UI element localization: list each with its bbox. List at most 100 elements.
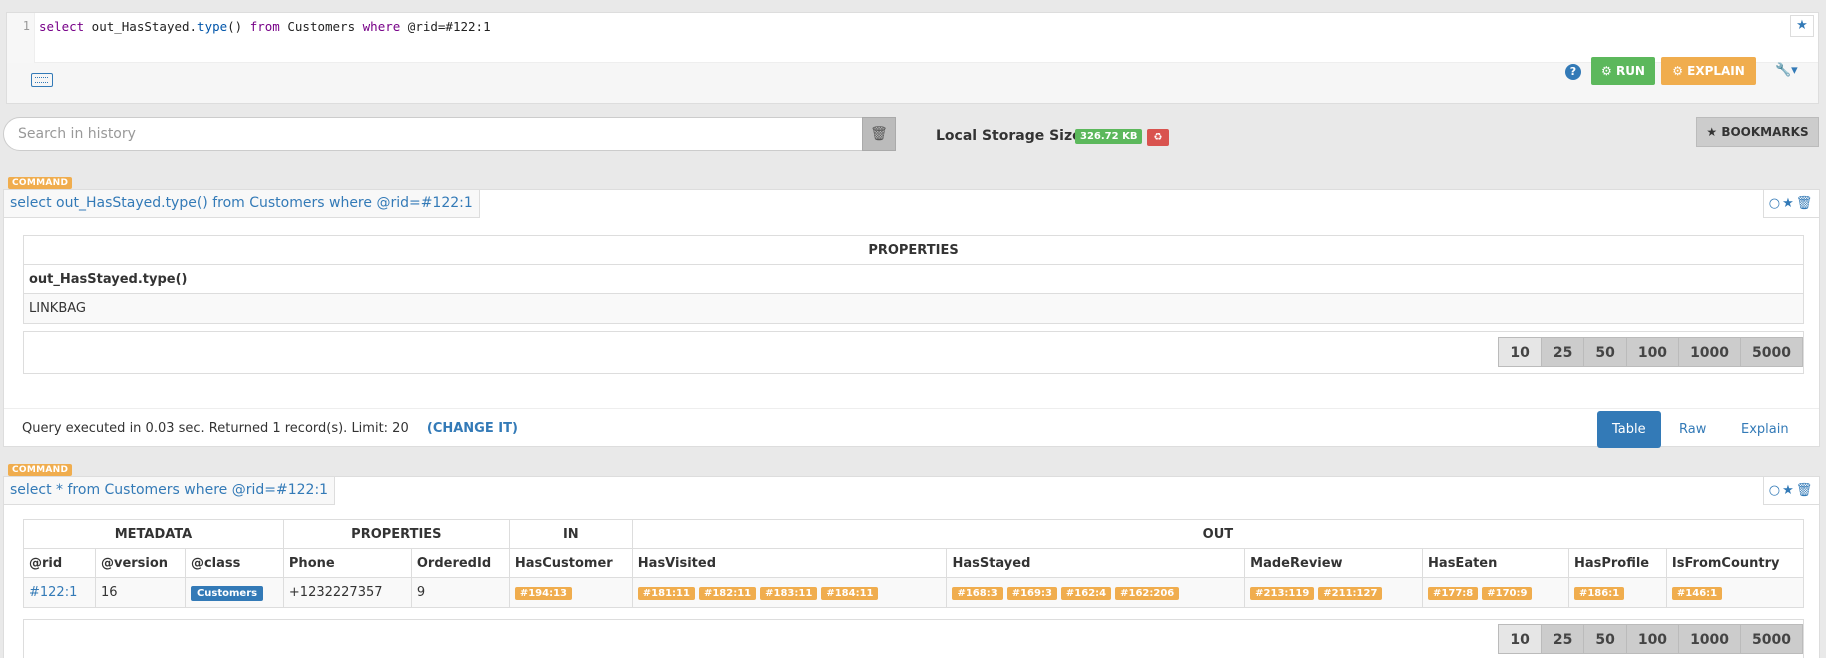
rid-link-badge[interactable]: #177:8 [1428,587,1479,600]
column-header[interactable]: @version [94,548,186,578]
column-group-properties: PROPERTIES [282,519,510,549]
change-limit-link[interactable]: (CHANGE IT) [427,421,518,436]
tab-explain[interactable]: Explain [1726,411,1804,448]
run-button[interactable]: ⚙ RUN [1591,57,1655,85]
column-header[interactable]: OrderedId [410,548,510,578]
explain-button[interactable]: ⚙ EXPLAIN [1661,57,1756,85]
rid-link-badge[interactable]: #194:13 [514,587,572,600]
column-group-header: PROPERTIES [23,235,1804,265]
command-query-link[interactable]: select * from Customers where @rid=#122:… [4,477,336,505]
rid-link-badge[interactable]: #182:11 [698,587,757,600]
column-group-in: IN [508,519,633,549]
cell-ordered-id: 9 [410,577,510,608]
rid-link-badge[interactable]: #183:11 [760,587,818,600]
rid-link-badge[interactable]: #168:3 [952,587,1003,600]
page-size-option[interactable]: 25 [1540,337,1585,367]
record-rid-link[interactable]: #122:1 [29,585,77,600]
storage-label: Local Storage Size [936,128,1082,144]
rid-link-badge[interactable]: #184:11 [821,587,879,600]
page-size-option[interactable]: 10 [1498,624,1542,654]
command-panel: select * from Customers where @rid=#122:… [3,476,1820,658]
column-header[interactable]: @class [184,548,284,578]
query-token: where [362,19,401,34]
cell-has-visited: #181:11 #182:11 #183:11 #184:11 [631,577,948,608]
tab-table[interactable]: Table [1597,411,1661,448]
rid-link-badge[interactable]: #162:206 [1115,587,1180,600]
bookmark-star-icon[interactable]: ★ [1790,15,1814,37]
command-badge: COMMAND [8,464,73,476]
table-row: LINKBAG [23,293,1804,324]
clear-history-button[interactable]: 🗑 [862,117,896,151]
column-header[interactable]: IsFromCountry [1665,548,1805,578]
query-token: select [39,19,85,34]
rid-link-badge[interactable]: #211:127 [1318,587,1383,600]
page-size-option[interactable]: 1000 [1678,624,1742,654]
cell-made-review: #213:119 #211:127 [1244,577,1424,608]
cell-phone: +1232227357 [282,577,412,608]
column-header[interactable]: HasProfile [1567,548,1667,578]
cell-has-stayed: #168:3 #169:3 #162:4 #162:206 [946,577,1246,608]
page-size-option[interactable]: 25 [1540,624,1585,654]
query-token: @rid=#122:1 [400,19,491,34]
query-token: from [249,19,280,34]
tab-raw[interactable]: Raw [1664,411,1721,448]
page-size-option[interactable]: 100 [1625,624,1680,654]
wrench-icon[interactable]: 🔧▾ [1775,63,1798,78]
cell-has-customer: #194:13 [508,577,633,608]
column-header[interactable]: HasCustomer [508,548,633,578]
column-header[interactable]: HasEaten [1422,548,1569,578]
page-size-option[interactable]: 5000 [1740,337,1803,367]
results-table: METADATA PROPERTIES IN OUT @rid @version… [23,519,1805,608]
page-size-option[interactable]: 5000 [1740,624,1803,654]
query-stats: Query executed in 0.03 sec. Returned 1 r… [22,421,409,436]
rid-link-badge[interactable]: #146:1 [1671,587,1723,600]
query-text[interactable]: select out_HasStayed.type() from Custome… [39,19,491,34]
panel-actions-icons[interactable]: ○★🗑 [1763,477,1819,505]
page-size-option[interactable]: 50 [1583,624,1627,654]
rid-link-badge[interactable]: #170:9 [1482,587,1533,600]
command-panel: select out_HasStayed.type() from Custome… [3,189,1820,448]
keyboard-icon[interactable] [31,73,53,87]
results-table: PROPERTIES out_HasStayed.type() LINKBAG [23,235,1804,324]
command-badge: COMMAND [8,177,73,189]
recycle-icon[interactable]: ♻ [1147,129,1169,146]
column-header[interactable]: out_HasStayed.type() [23,264,1804,294]
column-group-out: OUT [631,519,1805,549]
rid-link-badge[interactable]: #181:11 [637,587,695,600]
query-token: Customers [279,19,363,34]
page-size-option[interactable]: 10 [1498,337,1542,367]
line-number: 1 [7,13,35,63]
code-editor[interactable]: 1 select out_HasStayed.type() from Custo… [7,13,1818,63]
page-size-option[interactable]: 100 [1625,337,1680,367]
panel-actions-icons[interactable]: ○★🗑 [1763,190,1819,218]
rid-link-badge[interactable]: #169:3 [1006,587,1057,600]
cell-is-from-country: #146:1 [1665,577,1805,608]
query-editor: 1 select out_HasStayed.type() from Custo… [6,12,1819,104]
rid-link-badge[interactable]: #162:4 [1060,587,1112,600]
pagination: 10 25 50 100 1000 5000 [23,331,1804,374]
page-size-option[interactable]: 50 [1583,337,1627,367]
column-header[interactable]: MadeReview [1244,548,1424,578]
query-footer: Query executed in 0.03 sec. Returned 1 r… [4,408,1819,448]
column-header[interactable]: @rid [23,548,96,578]
query-token: type [197,19,228,34]
page-size-option[interactable]: 1000 [1678,337,1742,367]
table-row: #122:1 16 Customers +1232227357 9 #194:1… [23,577,1805,608]
column-header[interactable]: Phone [282,548,412,578]
history-search-input[interactable]: Search in history [3,117,863,151]
column-header[interactable]: HasVisited [631,548,948,578]
pagination: 10 25 50 100 1000 5000 [23,619,1804,658]
query-token: () [227,19,250,34]
bookmarks-button[interactable]: ★ BOOKMARKS [1696,117,1819,147]
cell-has-eaten: #177:8 #170:9 [1422,577,1569,608]
command-query-link[interactable]: select out_HasStayed.type() from Custome… [4,190,480,218]
class-badge[interactable]: Customers [190,586,264,601]
storage-size-badge: 326.72 KB [1075,129,1143,144]
rid-link-badge[interactable]: #186:1 [1573,587,1625,600]
column-group-metadata: METADATA [23,519,284,549]
rid-link-badge[interactable]: #213:119 [1250,587,1315,600]
cell-version: 16 [94,577,186,608]
cell-value: LINKBAG [23,293,1804,324]
help-icon[interactable]: ? [1565,64,1581,80]
column-header[interactable]: HasStayed [946,548,1246,578]
